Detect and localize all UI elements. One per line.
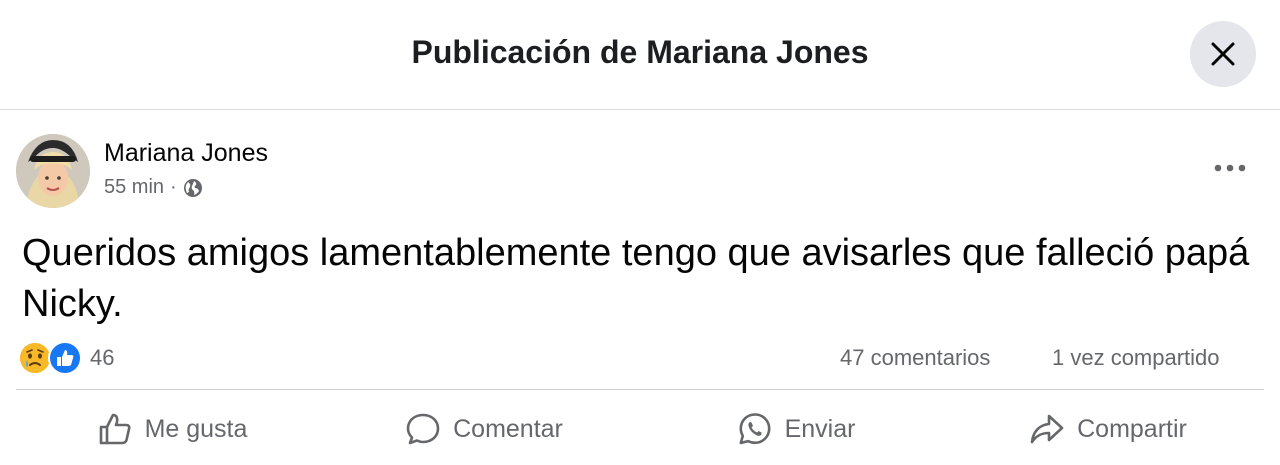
reactions-count: 46	[90, 345, 115, 370]
meta-separator: ·	[170, 176, 177, 198]
actions-divider	[16, 389, 1264, 390]
whatsapp-icon	[739, 413, 771, 445]
send-label: Enviar	[784, 414, 856, 443]
comment-label: Comentar	[453, 414, 563, 443]
reactions-summary[interactable]: 46	[18, 340, 114, 376]
avatar-photo	[16, 134, 90, 208]
author-name[interactable]: Mariana Jones	[104, 139, 268, 168]
comment-button[interactable]: Comentar	[328, 396, 640, 462]
thumbs-up-icon	[99, 413, 131, 445]
author-avatar[interactable]	[16, 134, 90, 208]
sad-face-icon	[18, 341, 52, 375]
share-button[interactable]: Compartir	[952, 396, 1264, 462]
close-icon	[1211, 42, 1235, 66]
close-button[interactable]	[1190, 21, 1256, 87]
comments-count-link[interactable]: 47 comentarios	[840, 345, 990, 371]
more-options-button[interactable]	[1204, 148, 1256, 188]
more-dots-icon	[1214, 164, 1246, 172]
send-button[interactable]: Enviar	[640, 396, 952, 462]
like-label: Me gusta	[144, 414, 248, 443]
like-icon	[48, 341, 82, 375]
share-arrow-icon	[1030, 414, 1064, 444]
post-meta: 55 min ·	[104, 176, 203, 199]
post-time[interactable]: 55 min	[104, 176, 164, 199]
dialog-title: Publicación de Mariana Jones	[411, 34, 869, 70]
like-button[interactable]: Me gusta	[16, 396, 328, 462]
comment-bubble-icon	[406, 413, 440, 445]
dialog-header: Publicación de Mariana Jones	[0, 0, 1280, 110]
post-text: Queridos amigos lamentablemente tengo qu…	[22, 232, 1250, 325]
share-label: Compartir	[1077, 414, 1187, 443]
post-actions-bar: Me gusta Comentar Enviar Compartir	[16, 396, 1264, 462]
globe-icon	[183, 178, 202, 197]
shares-count-link[interactable]: 1 vez compartido	[1052, 345, 1220, 371]
